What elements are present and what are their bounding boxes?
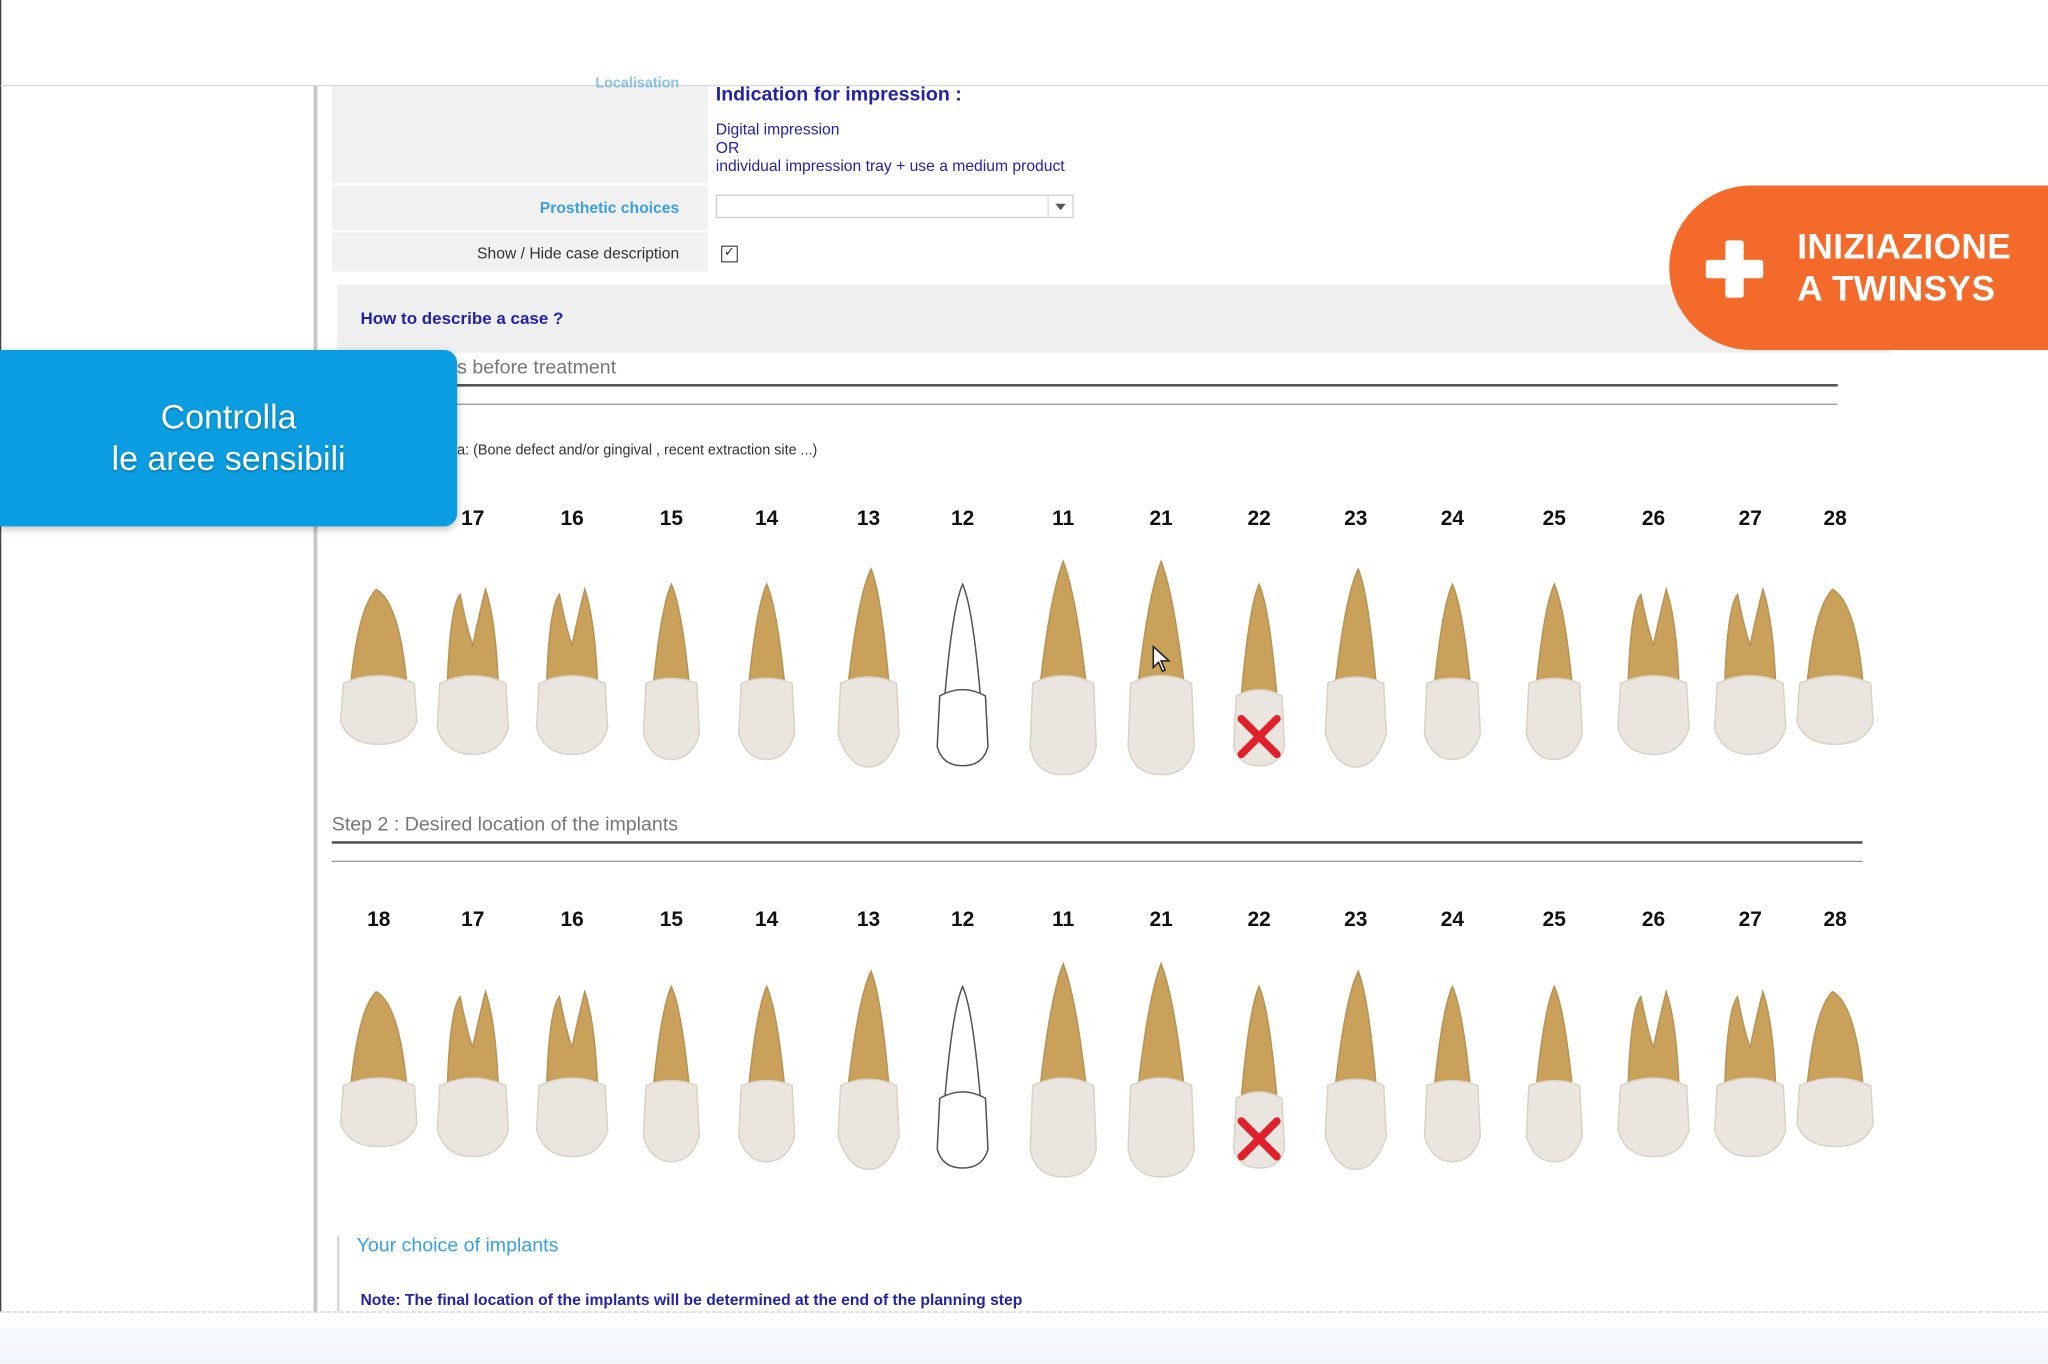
tooth-number-27: 27 xyxy=(1738,909,1762,932)
tooth-number-16: 16 xyxy=(560,909,584,932)
tooth-12[interactable] xyxy=(923,959,1001,1181)
show-hide-case-label: Show / Hide case description xyxy=(477,244,680,263)
content-left-border xyxy=(313,86,318,1314)
tooth-number-23: 23 xyxy=(1344,508,1368,531)
impression-label-cell xyxy=(331,86,708,183)
tooth-14[interactable] xyxy=(728,556,806,778)
tooth-13[interactable] xyxy=(829,556,907,778)
step2-divider-thin xyxy=(331,860,1863,863)
tooth-number-18: 18 xyxy=(367,909,391,932)
tooth-12[interactable] xyxy=(923,556,1001,778)
tooth-number-24: 24 xyxy=(1440,508,1465,531)
tooth-number-17: 17 xyxy=(461,909,485,932)
tooth-16[interactable] xyxy=(533,959,611,1181)
tooth-28[interactable] xyxy=(1796,556,1874,778)
tooth-25[interactable] xyxy=(1515,959,1593,1181)
tooth-number-12: 12 xyxy=(950,508,975,531)
tooth-number-13: 13 xyxy=(856,909,881,932)
tooth-number-12: 12 xyxy=(950,909,975,932)
footer-strip xyxy=(0,1311,2048,1364)
badge-line1: INIZIAZIONE xyxy=(1797,227,2012,267)
tooth-number-14: 14 xyxy=(755,909,779,932)
implants-section-bar xyxy=(336,1235,340,1314)
step2-title: Step 2 : Desired location of the implant… xyxy=(331,813,679,836)
tooth-number-14: 14 xyxy=(755,508,779,531)
tooth-21[interactable] xyxy=(1122,959,1200,1181)
sensitive-areas-callout: Controlla le aree sensibili xyxy=(0,350,458,527)
impression-row-label: Localisation xyxy=(595,75,680,92)
tooth-24[interactable] xyxy=(1413,556,1491,778)
impression-option-tray: individual impression tray + use a mediu… xyxy=(715,156,1065,176)
tooth-25[interactable] xyxy=(1515,556,1593,778)
tooth-22[interactable] xyxy=(1220,556,1298,778)
tooth-number-21: 21 xyxy=(1149,508,1173,531)
tooth-14[interactable] xyxy=(728,959,806,1181)
tooth-number-26: 26 xyxy=(1641,909,1666,932)
impression-option-digital: Digital impression xyxy=(715,120,840,139)
tooth-number-16: 16 xyxy=(560,508,584,531)
tooth-number-24: 24 xyxy=(1440,909,1465,932)
tooth-18[interactable] xyxy=(339,959,418,1181)
badge-line2: A TWINSYS xyxy=(1797,269,1996,309)
tooth-number-21: 21 xyxy=(1149,909,1173,932)
tooth-number-26: 26 xyxy=(1641,508,1666,531)
step1-divider xyxy=(331,383,1838,387)
tooth-23[interactable] xyxy=(1317,959,1395,1181)
chevron-down-icon[interactable] xyxy=(1047,195,1073,217)
tooth-16[interactable] xyxy=(533,556,611,778)
step1-divider-thin xyxy=(331,403,1838,405)
step1-title: s before treatment xyxy=(457,356,617,379)
tooth-11[interactable] xyxy=(1024,556,1102,778)
tooth-number-22: 22 xyxy=(1247,909,1271,932)
tooth-17[interactable] xyxy=(434,556,512,778)
tooth-18[interactable] xyxy=(339,556,418,778)
tooth-number-25: 25 xyxy=(1542,508,1566,531)
prosthetic-choices-label: Prosthetic choices xyxy=(539,198,680,217)
show-hide-case-checkbox[interactable]: ✓ xyxy=(720,245,738,263)
tooth-number-23: 23 xyxy=(1344,909,1368,932)
callout-line1: Controlla xyxy=(160,397,297,437)
tooth-number-22: 22 xyxy=(1247,508,1271,531)
tooth-26[interactable] xyxy=(1614,556,1692,778)
tooth-15[interactable] xyxy=(632,959,710,1181)
tooth-number-11: 11 xyxy=(1052,508,1075,531)
tooth-number-15: 15 xyxy=(659,909,683,932)
tooth-17[interactable] xyxy=(434,959,512,1181)
tooth-24[interactable] xyxy=(1413,959,1491,1181)
tooth-28[interactable] xyxy=(1796,959,1874,1181)
tooth-number-11: 11 xyxy=(1052,909,1075,932)
top-bar xyxy=(0,0,2048,87)
tooth-23[interactable] xyxy=(1317,556,1395,778)
tooth-26[interactable] xyxy=(1614,959,1692,1181)
prosthetic-choices-select[interactable] xyxy=(715,194,1074,219)
implant-location-note: Note: The final location of the implants… xyxy=(360,1290,1023,1309)
tooth-number-28: 28 xyxy=(1823,909,1847,932)
implant-choice-heading: Your choice of implants xyxy=(356,1234,559,1257)
tooth-11[interactable] xyxy=(1024,959,1102,1181)
twinsys-badge: INIZIAZIONE A TWINSYS xyxy=(1669,185,2048,351)
tooth-27[interactable] xyxy=(1711,556,1789,778)
tooth-number-27: 27 xyxy=(1738,508,1762,531)
tooth-number-25: 25 xyxy=(1542,909,1566,932)
howto-panel xyxy=(336,284,1892,353)
tooth-27[interactable] xyxy=(1711,959,1789,1181)
tooth-number-28: 28 xyxy=(1823,508,1847,531)
tooth-number-13: 13 xyxy=(856,508,881,531)
sensitive-area-note: a: (Bone defect and/or gingival , recent… xyxy=(457,442,818,459)
impression-option-or: OR xyxy=(715,138,740,157)
tooth-13[interactable] xyxy=(829,959,907,1181)
how-to-describe-link[interactable]: How to describe a case ? xyxy=(360,308,563,328)
app-screen: Localisation Indication for impression :… xyxy=(0,0,2048,1364)
callout-line2: le aree sensibili xyxy=(111,438,346,479)
window-left-edge xyxy=(0,86,2,1314)
tooth-15[interactable] xyxy=(632,556,710,778)
tooth-number-15: 15 xyxy=(659,508,683,531)
tooth-22[interactable] xyxy=(1220,959,1298,1181)
impression-title: Indication for impression : xyxy=(715,83,962,106)
step2-divider xyxy=(331,841,1863,844)
